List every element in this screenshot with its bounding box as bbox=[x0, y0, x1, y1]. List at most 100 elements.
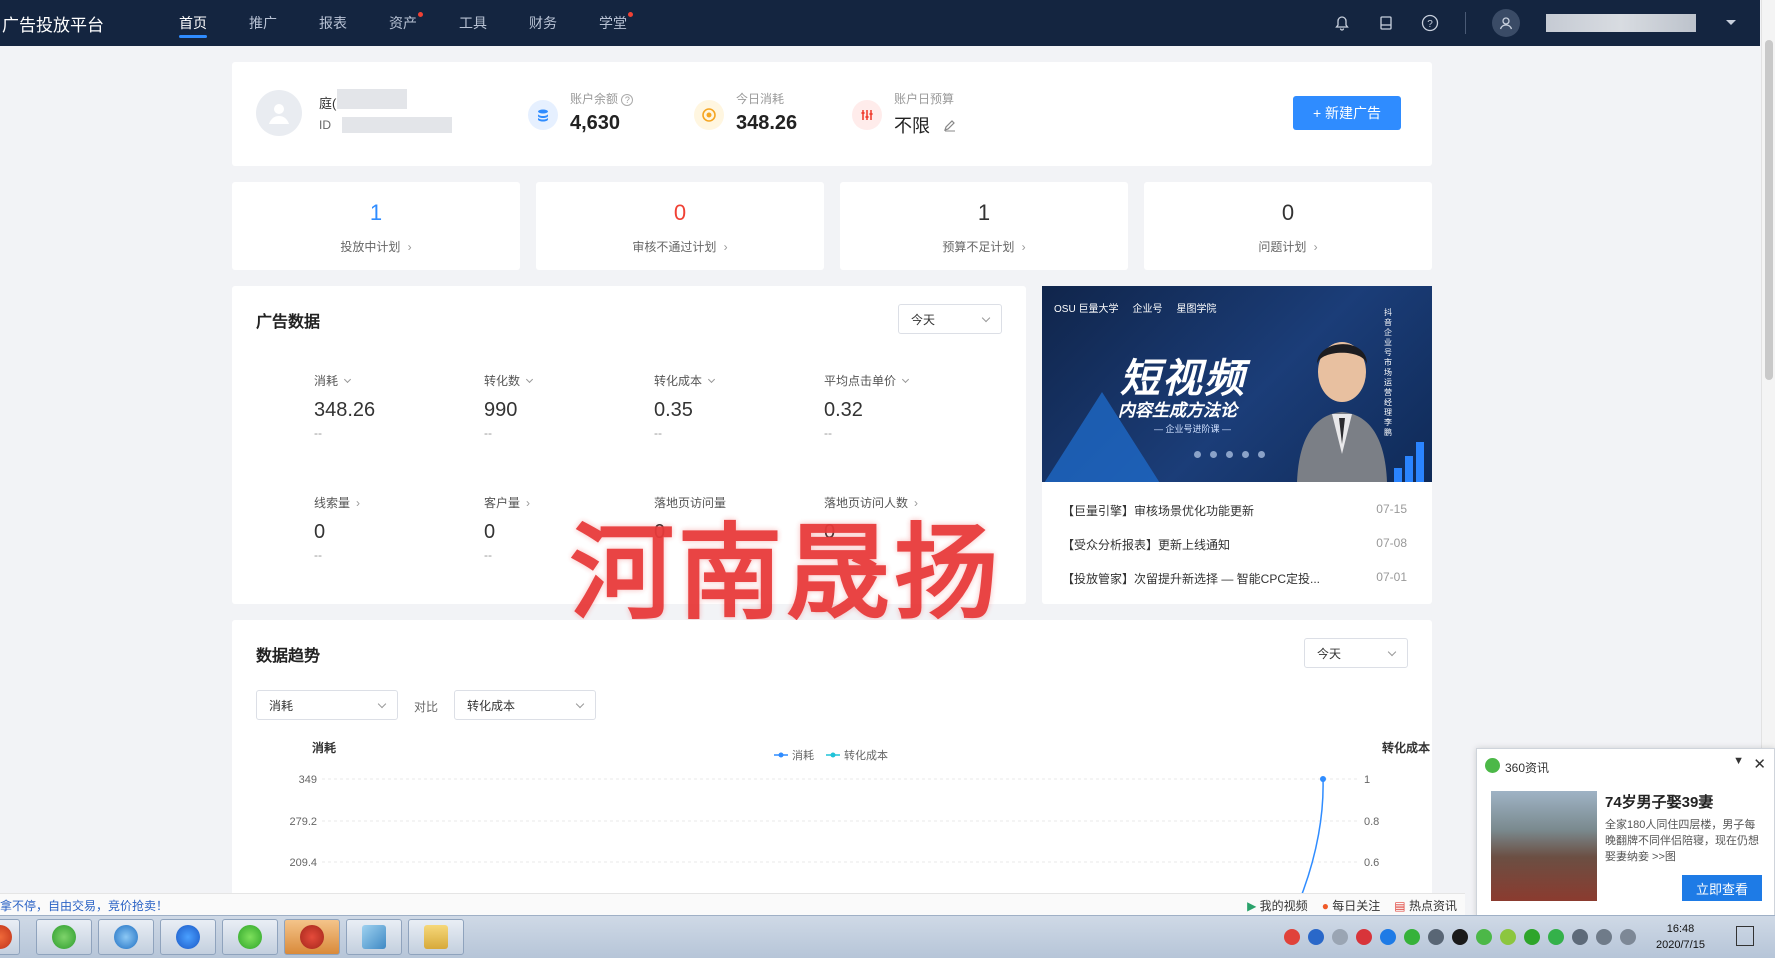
chevron-down-icon[interactable] bbox=[1722, 14, 1740, 32]
my-videos-link[interactable]: ▶ 我的视频 bbox=[1247, 897, 1308, 914]
brand-title: 广告投放平台 bbox=[2, 15, 104, 35]
trend-compare-select[interactable]: 转化成本 bbox=[454, 690, 596, 720]
chevron-right-icon: › bbox=[407, 240, 412, 254]
plan-card-problem[interactable]: 0 问题计划 › bbox=[1144, 182, 1432, 270]
wechat-icon[interactable] bbox=[1548, 929, 1564, 945]
view-now-button[interactable]: 立即查看 bbox=[1682, 875, 1762, 901]
plan-label: 预算不足计划 bbox=[942, 240, 1015, 254]
app-icon[interactable] bbox=[1356, 929, 1372, 945]
notification-icon[interactable] bbox=[1428, 929, 1444, 945]
y-tick-left: 279.2 bbox=[289, 816, 317, 828]
daily-follow-link[interactable]: ● 每日关注 bbox=[1322, 897, 1381, 914]
speaker-icon[interactable] bbox=[1620, 929, 1636, 945]
nav-assets[interactable]: 资产 bbox=[389, 0, 423, 46]
qq-icon[interactable] bbox=[1452, 929, 1468, 945]
help-icon[interactable]: ? bbox=[1421, 14, 1439, 32]
balance-label: 账户余额 bbox=[570, 92, 619, 106]
chevron-right-icon: › bbox=[1313, 240, 1318, 254]
edit-icon[interactable] bbox=[943, 116, 957, 137]
chevron-down-icon bbox=[343, 375, 352, 384]
user-icon[interactable] bbox=[1492, 9, 1520, 37]
news-date: 07-08 bbox=[1376, 536, 1407, 550]
blurred-name bbox=[337, 89, 407, 109]
nav-promote[interactable]: 推广 bbox=[249, 0, 277, 46]
metric-value: 0 bbox=[484, 521, 496, 543]
network-icon[interactable] bbox=[1572, 929, 1588, 945]
system-clock[interactable]: 16:48 2020/7/15 bbox=[1656, 921, 1705, 953]
messenger-taskbar-icon[interactable] bbox=[160, 919, 216, 955]
bell-icon[interactable] bbox=[1333, 14, 1351, 32]
browser-taskbar-icon[interactable] bbox=[98, 919, 154, 955]
metric-compare: -- bbox=[654, 426, 662, 440]
tools-taskbar-icon[interactable] bbox=[284, 919, 340, 955]
app-icon[interactable] bbox=[1380, 929, 1396, 945]
notification-dot bbox=[628, 12, 633, 17]
close-icon[interactable]: ✕ bbox=[1753, 755, 1766, 773]
trend-metric-select[interactable]: 消耗 bbox=[256, 690, 398, 720]
security-icon[interactable] bbox=[1500, 929, 1516, 945]
y-tick-left: 349 bbox=[299, 774, 317, 786]
browser-360-taskbar-icon[interactable] bbox=[36, 919, 92, 955]
nav-academy[interactable]: 学堂 bbox=[599, 0, 633, 46]
news-item[interactable]: 【投放管家】次留提升新选择 — 智能CPC定投... 07-01 bbox=[1062, 570, 1407, 587]
blurred-id bbox=[342, 117, 452, 133]
wechat-icon[interactable] bbox=[1404, 929, 1420, 945]
plan-card-active[interactable]: 1 投放中计划 › bbox=[232, 182, 520, 270]
new-ad-button[interactable]: + 新建广告 bbox=[1293, 96, 1401, 130]
play-icon: ▶ bbox=[1247, 899, 1257, 913]
news-item[interactable]: 【巨量引擎】审核场景优化功能更新 07-15 bbox=[1062, 502, 1407, 519]
nav-tools[interactable]: 工具 bbox=[459, 0, 487, 46]
chevron-down-icon bbox=[981, 313, 991, 323]
left-axis-title: 消耗 bbox=[312, 740, 336, 755]
watermark-text: 河南晟扬 bbox=[570, 516, 1003, 632]
nav-home[interactable]: 首页 bbox=[179, 0, 207, 46]
help-icon[interactable] bbox=[1308, 929, 1324, 945]
browser-status-bar: 拿不停，自由交易，竞价抢卖！ ▶ 我的视频 ● 每日关注 ▤ 热点资讯 bbox=[0, 893, 1465, 915]
promo-banner[interactable]: OSU 巨量大学 企业号 星图学院 短视频 内容生成方法论 — 企业号进阶课 —… bbox=[1042, 286, 1432, 482]
start-button[interactable] bbox=[0, 919, 20, 955]
wechat-taskbar-icon[interactable] bbox=[222, 919, 278, 955]
metric-compare: -- bbox=[314, 548, 322, 562]
info-icon[interactable]: ? bbox=[621, 94, 634, 106]
flame-icon: ● bbox=[1321, 899, 1329, 913]
metric-leads: 线索量 › 0 -- bbox=[314, 496, 361, 562]
popup-photo[interactable] bbox=[1491, 791, 1597, 901]
trend-range-select[interactable]: 今天 bbox=[1304, 638, 1408, 668]
popup-headline[interactable]: 74岁男子娶39妻 bbox=[1605, 791, 1713, 812]
usb-icon[interactable] bbox=[1332, 929, 1348, 945]
nav-finance[interactable]: 财务 bbox=[529, 0, 557, 46]
sogou-icon[interactable] bbox=[1284, 929, 1300, 945]
wechat-icon[interactable] bbox=[1524, 929, 1540, 945]
news-icon: ▤ bbox=[1394, 899, 1406, 913]
news-item[interactable]: 【受众分析报表】更新上线通知 07-08 bbox=[1062, 536, 1407, 553]
metric-value: 348.26 bbox=[314, 399, 376, 421]
360-icon[interactable] bbox=[1476, 929, 1492, 945]
banner-logos: OSU 巨量大学 企业号 星图学院 bbox=[1054, 304, 1217, 315]
account-card: 庭( ID 账户余额 ? 4,630 今日消耗 348.26 账户日预算 不限 … bbox=[232, 62, 1432, 166]
ad-data-range-select[interactable]: 今天 bbox=[898, 304, 1002, 334]
plan-label: 投放中计划 bbox=[340, 240, 401, 254]
daily-budget-value: 不限 bbox=[894, 116, 930, 136]
chevron-down-icon[interactable]: ▼ bbox=[1733, 755, 1744, 767]
plan-card-rejected[interactable]: 0 审核不通过计划 › bbox=[536, 182, 824, 270]
svg-text:?: ? bbox=[1427, 19, 1433, 30]
notes-taskbar-icon[interactable] bbox=[346, 919, 402, 955]
target-icon bbox=[694, 100, 724, 130]
scrollbar-thumb[interactable] bbox=[1765, 40, 1773, 380]
top-nav: 广告投放平台 首页 推广 报表 资产 工具 财务 学堂 ? bbox=[0, 0, 1760, 46]
sliders-icon bbox=[852, 100, 882, 130]
document-icon[interactable] bbox=[1377, 14, 1395, 32]
presenter-image bbox=[1297, 342, 1387, 482]
action-center-icon[interactable] bbox=[1736, 926, 1754, 946]
chevron-down-icon bbox=[707, 375, 716, 384]
carousel-dots[interactable] bbox=[1194, 451, 1265, 458]
volume-icon[interactable] bbox=[1596, 929, 1612, 945]
file-explorer-taskbar-icon[interactable] bbox=[408, 919, 464, 955]
metric-cost: 消耗 348.26 -- bbox=[314, 374, 376, 440]
account-name: 庭( bbox=[319, 96, 337, 111]
status-ad-link[interactable]: 拿不停，自由交易，竞价抢卖！ bbox=[0, 897, 168, 914]
hot-news-link[interactable]: ▤ 热点资讯 bbox=[1394, 897, 1457, 914]
plan-card-budget-low[interactable]: 1 预算不足计划 › bbox=[840, 182, 1128, 270]
nav-reports[interactable]: 报表 bbox=[319, 0, 347, 46]
series-line-cost bbox=[1301, 778, 1324, 894]
